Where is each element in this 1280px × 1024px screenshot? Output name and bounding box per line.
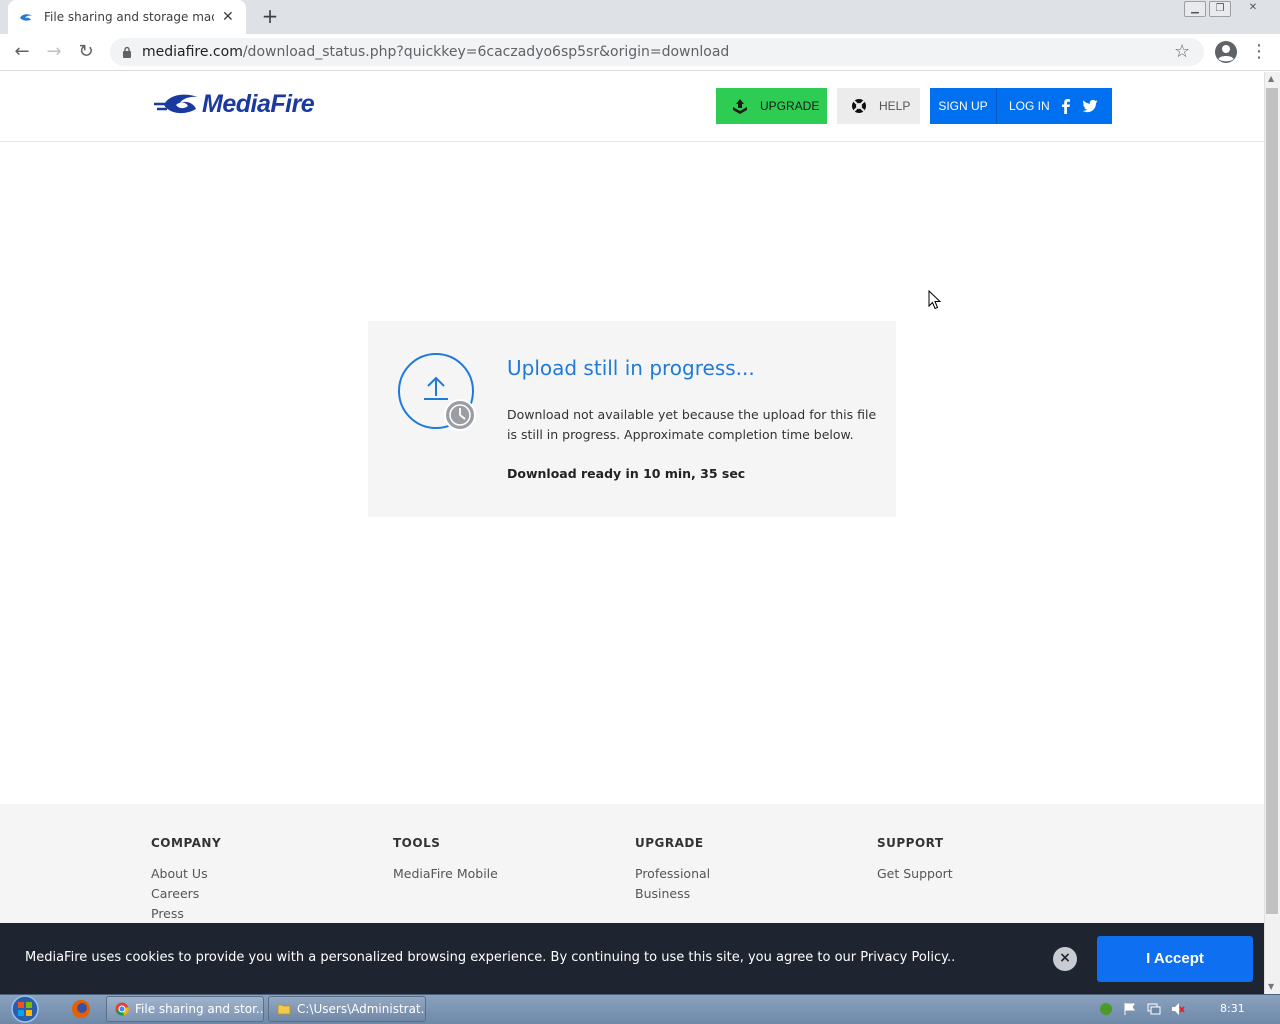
footer-heading: TOOLS [393, 836, 441, 850]
footer-link-business[interactable]: Business [635, 884, 855, 904]
tab-mediafire[interactable]: File sharing and storage made simple ✕ [8, 0, 246, 34]
twitter-icon[interactable] [1082, 98, 1098, 114]
mouse-pointer-icon [928, 290, 942, 310]
footer-column-tools: TOOLS MediaFire Mobile [393, 836, 613, 884]
taskbar-chrome-label: File sharing and stor... [135, 1002, 264, 1016]
folder-icon [277, 1004, 291, 1015]
status-title: Upload still in progress... [507, 356, 755, 380]
firefox-taskbar-icon[interactable] [64, 998, 98, 1020]
footer-column-support: SUPPORT Get Support [877, 836, 1097, 884]
upload-status-card: Upload still in progress... Download not… [368, 321, 896, 517]
mediafire-logo[interactable]: MediaFire [154, 90, 315, 119]
taskbar-item-chrome[interactable]: File sharing and stor... [106, 996, 264, 1022]
chrome-menu-icon[interactable]: ⋮ [1250, 41, 1268, 62]
auth-button-group: SIGN UP LOG IN [930, 88, 1112, 124]
forward-icon[interactable]: → [42, 41, 66, 65]
url-path: /download_status.php?quickkey=6caczadyo6… [242, 44, 730, 60]
network-icon[interactable] [1146, 1001, 1162, 1017]
lifebuoy-icon [852, 99, 866, 113]
tab-title: File sharing and storage made simple [44, 10, 214, 24]
site-header: MediaFire UPGRADE HELP SIGN UP LOG IN [0, 72, 1264, 142]
login-button[interactable]: LOG IN [997, 88, 1098, 124]
flame-logo-icon [154, 94, 198, 113]
upgrade-icon [733, 99, 747, 114]
new-tab-button[interactable]: + [258, 5, 282, 29]
footer-link-mediafire-mobile[interactable]: MediaFire Mobile [393, 864, 613, 884]
upgrade-button[interactable]: UPGRADE [716, 88, 827, 124]
status-description: Download not available yet because the u… [507, 407, 877, 442]
signup-button[interactable]: SIGN UP [930, 88, 997, 124]
taskbar-clock[interactable]: 8:31 [1220, 1002, 1245, 1015]
action-center-flag-icon[interactable] [1122, 1001, 1138, 1017]
reload-icon[interactable]: ↻ [74, 41, 98, 65]
minimize-button[interactable]: ▁ [1184, 1, 1206, 17]
footer-link-professional[interactable]: Professional [635, 864, 855, 884]
chrome-icon [115, 1002, 129, 1016]
cookie-consent-bar: MediaFire uses cookies to provide you wi… [0, 923, 1264, 994]
windows-start-icon[interactable] [4, 994, 46, 1024]
address-bar[interactable]: mediafire.com/download_status.php?quickk… [110, 38, 1204, 66]
system-tray [1098, 998, 1194, 1020]
tab-close-icon[interactable]: ✕ [222, 9, 234, 25]
facebook-icon[interactable] [1058, 98, 1074, 114]
lock-icon [123, 46, 131, 58]
footer-column-upgrade: UPGRADE Professional Business [635, 836, 855, 904]
footer-heading: COMPANY [151, 836, 222, 850]
url-text: mediafire.com/download_status.php?quickk… [142, 44, 729, 60]
login-label: LOG IN [1009, 99, 1050, 113]
cookie-close-button[interactable]: × [1053, 947, 1077, 971]
logo-text: MediaFire [202, 90, 315, 118]
bookmark-star-icon[interactable]: ☆ [1174, 41, 1190, 62]
footer-heading: UPGRADE [635, 836, 704, 850]
url-host: mediafire.com [142, 44, 243, 60]
footer-heading: SUPPORT [877, 836, 944, 850]
close-window-button[interactable]: ✕ [1242, 1, 1264, 17]
footer-link-get-support[interactable]: Get Support [877, 864, 1097, 884]
help-button[interactable]: HELP [837, 88, 920, 124]
footer-column-company: COMPANY About Us Careers Press [151, 836, 371, 924]
cookie-accept-button[interactable]: I Accept [1097, 936, 1253, 982]
footer-link-about-us[interactable]: About Us [151, 864, 371, 884]
taskbar-item-explorer[interactable]: C:\Users\Administrat... [268, 996, 426, 1022]
page-viewport: MediaFire UPGRADE HELP SIGN UP LOG IN Up… [0, 72, 1264, 994]
restore-button[interactable]: ❐ [1209, 1, 1231, 17]
upload-pending-icon [398, 353, 476, 431]
mediafire-favicon-icon [20, 14, 32, 21]
taskbar-explorer-label: C:\Users\Administrat... [297, 1002, 426, 1016]
profile-avatar-icon[interactable] [1214, 40, 1238, 64]
upgrade-label: UPGRADE [760, 99, 820, 113]
footer-link-careers[interactable]: Careers [151, 884, 371, 904]
cookie-message: MediaFire uses cookies to provide you wi… [25, 950, 956, 965]
footer-link-press[interactable]: Press [151, 904, 371, 924]
scroll-down-arrow-icon[interactable]: ▼ [1268, 982, 1274, 991]
download-eta: Download ready in 10 min, 35 sec [507, 466, 746, 481]
scrollbar-thumb[interactable] [1266, 88, 1278, 914]
scroll-up-arrow-icon[interactable]: ▲ [1268, 74, 1274, 83]
volume-muted-icon[interactable] [1170, 1001, 1186, 1017]
help-label: HELP [879, 99, 911, 113]
back-icon[interactable]: ← [10, 41, 34, 65]
security-shield-icon[interactable] [1098, 1001, 1114, 1017]
